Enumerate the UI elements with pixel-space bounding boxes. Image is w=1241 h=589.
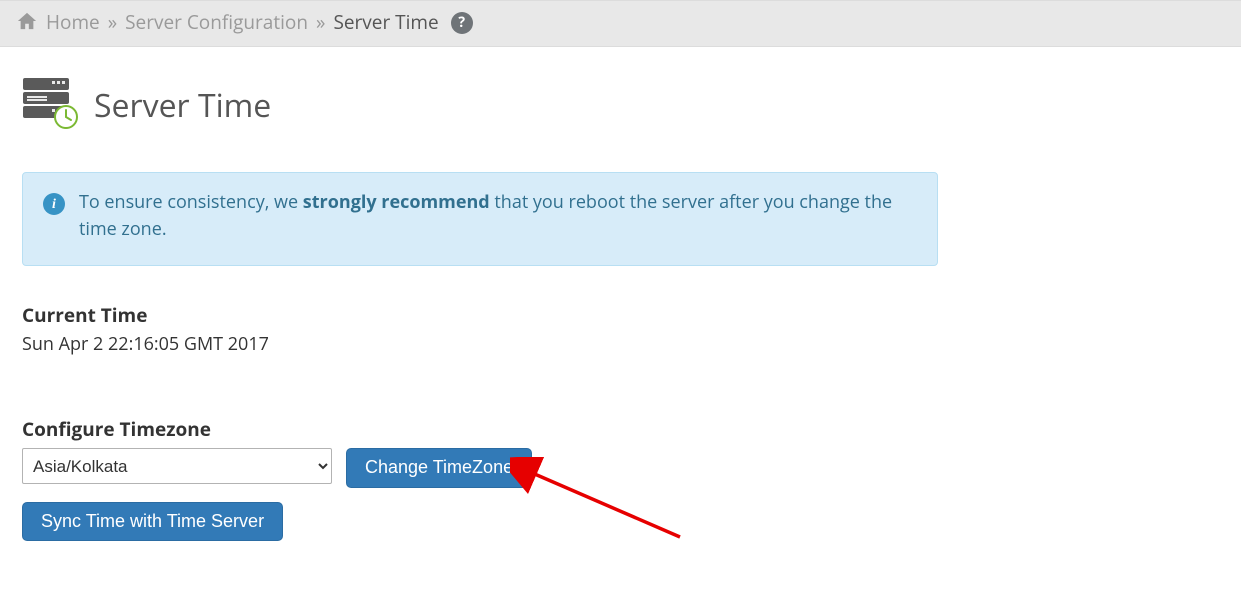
- server-time-icon: [22, 77, 78, 134]
- content-area: Server Time i To ensure consistency, we …: [0, 47, 960, 571]
- home-icon: [16, 11, 38, 34]
- breadcrumb-separator: »: [316, 13, 325, 32]
- sync-time-button[interactable]: Sync Time with Time Server: [22, 502, 283, 542]
- change-timezone-button[interactable]: Change TimeZone: [346, 448, 532, 488]
- breadcrumb: Home » Server Configuration » Server Tim…: [0, 0, 1241, 47]
- page-title: Server Time: [94, 84, 271, 127]
- current-time-value: Sun Apr 2 22:16:05 GMT 2017: [22, 332, 938, 356]
- timezone-select[interactable]: Asia/Kolkata: [22, 448, 332, 484]
- info-alert: i To ensure consistency, we strongly rec…: [22, 172, 938, 266]
- alert-message: To ensure consistency, we strongly recom…: [79, 189, 917, 243]
- alert-text-strong: strongly recommend: [303, 190, 490, 214]
- breadcrumb-home[interactable]: Home: [46, 13, 100, 32]
- breadcrumb-current: Server Time: [333, 13, 438, 32]
- page-header: Server Time: [22, 77, 938, 134]
- breadcrumb-section[interactable]: Server Configuration: [125, 13, 308, 32]
- configure-timezone-label: Configure Timezone: [22, 416, 938, 442]
- alert-text-pre: To ensure consistency, we: [79, 190, 303, 214]
- breadcrumb-separator: »: [108, 13, 117, 32]
- current-time-label: Current Time: [22, 302, 938, 328]
- info-icon: i: [43, 193, 65, 215]
- help-icon[interactable]: ?: [451, 12, 473, 34]
